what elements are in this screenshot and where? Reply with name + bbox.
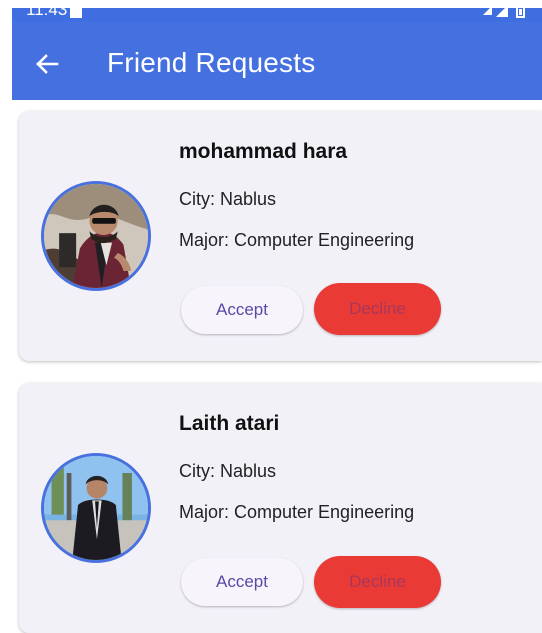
status-bar: 11:43	[12, 8, 542, 22]
avatar	[41, 181, 151, 291]
avatar	[41, 453, 151, 563]
profile-photo	[44, 184, 148, 288]
requester-city: City: Nablus	[179, 189, 277, 209]
page-title: Friend Requests	[107, 47, 316, 78]
profile-photo	[44, 456, 148, 560]
friend-request-card: Laith atari City: Nablus Major: Computer…	[19, 383, 542, 633]
decline-button[interactable]: Decline	[314, 283, 441, 335]
requester-city: City: Nablus	[179, 461, 277, 481]
back-button[interactable]	[30, 47, 64, 81]
requester-major: Major: Computer Engineering	[179, 230, 415, 250]
requester-name: mohammad hara	[179, 140, 348, 163]
status-notification-icon	[70, 8, 82, 18]
arrow-left-icon	[36, 54, 59, 74]
decline-button[interactable]: Decline	[314, 556, 441, 608]
accept-button[interactable]: Accept	[181, 286, 303, 334]
app-bar: Friend Requests	[12, 22, 542, 100]
status-time: 11:43	[26, 8, 68, 19]
requester-major: Major: Computer Engineering	[179, 502, 415, 522]
accept-button[interactable]: Accept	[181, 558, 303, 606]
status-signal-icon	[483, 8, 525, 18]
requester-name: Laith atari	[179, 412, 280, 435]
friend-request-card: mohammad hara City: Nablus Major: Comput…	[19, 111, 542, 361]
